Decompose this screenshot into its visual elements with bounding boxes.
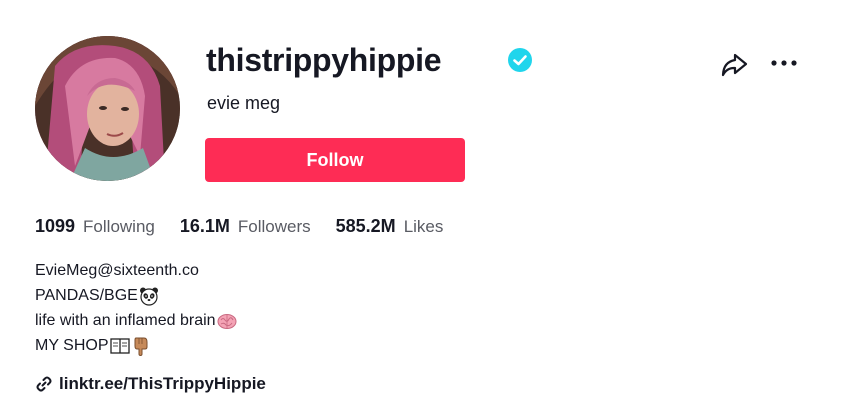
brain-icon — [217, 313, 237, 329]
bio-line: MY SHOP — [35, 333, 237, 358]
followers-count: 16.1M — [179, 216, 230, 236]
bio-line: EvieMeg@sixteenth.co — [35, 258, 237, 283]
stat-followers[interactable]: 16.1M Followers — [180, 216, 311, 237]
bio-email: EvieMeg@sixteenth.co — [35, 262, 199, 279]
stat-likes: 585.2M Likes — [336, 216, 444, 237]
more-icon[interactable] — [770, 56, 798, 70]
share-icon[interactable] — [720, 52, 748, 78]
avatar[interactable] — [35, 36, 180, 181]
following-count: 1099 — [35, 216, 76, 236]
panda-face-icon — [139, 287, 158, 306]
bio-text: life with an inflamed brain — [35, 312, 216, 329]
followers-label: Followers — [237, 217, 311, 236]
link-icon — [36, 376, 52, 392]
nickname: evie meg — [207, 93, 281, 113]
follow-button[interactable]: Follow — [205, 138, 465, 182]
username: thistrippyhippie — [206, 42, 442, 78]
bio-line: PANDAS/BGE — [35, 283, 237, 308]
following-label: Following — [83, 217, 155, 236]
likes-label: Likes — [403, 217, 444, 236]
bio-text: MY SHOP — [35, 337, 109, 354]
open-book-icon — [109, 337, 130, 354]
stat-following[interactable]: 1099 Following — [35, 216, 155, 237]
bio-text: PANDAS/BGE — [35, 287, 138, 304]
profile-link[interactable]: linktr.ee/ThisTrippyHippie — [35, 374, 266, 394]
verified-badge-icon — [508, 48, 532, 72]
pointing-down-icon — [134, 337, 147, 356]
bio: EvieMeg@sixteenth.co PANDAS/BGE life wit… — [35, 258, 237, 358]
stats-row: 1099 Following 16.1M Followers 585.2M Li… — [35, 216, 468, 237]
bio-line: life with an inflamed brain — [35, 308, 237, 333]
likes-count: 585.2M — [335, 216, 396, 236]
profile-link-text: linktr.ee/ThisTrippyHippie — [59, 374, 266, 393]
